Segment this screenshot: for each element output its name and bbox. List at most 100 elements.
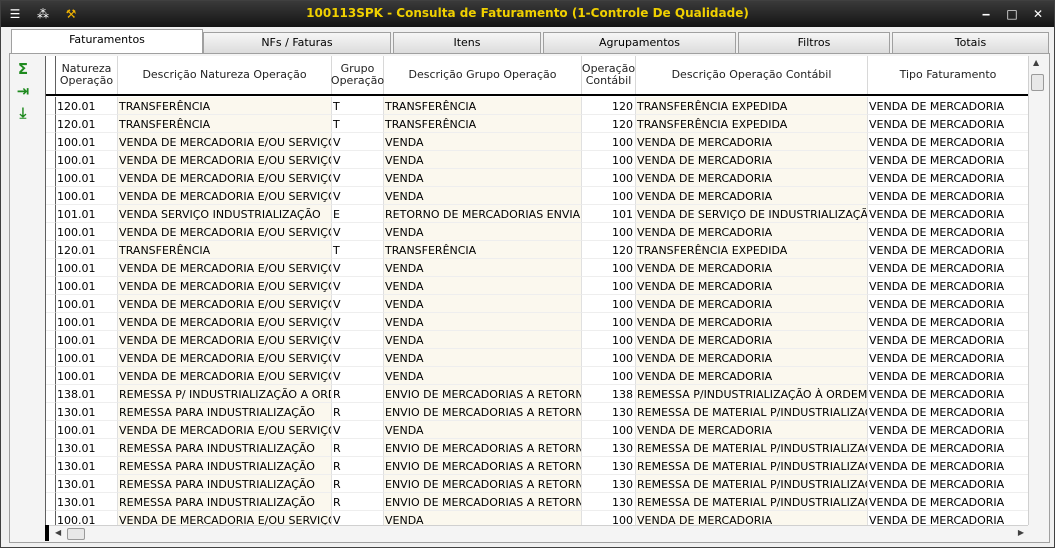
scroll-up-icon[interactable]: ▲: [1033, 58, 1039, 67]
table-cell: VENDA: [384, 367, 582, 385]
row-indicator[interactable]: [46, 223, 56, 241]
table-row[interactable]: 100.01 VENDA DE MERCADORIA E/OU SERVIÇOS V…: [46, 511, 1028, 525]
table-cell: VENDA: [384, 133, 582, 151]
row-indicator[interactable]: [46, 403, 56, 421]
table-cell: VENDA: [384, 295, 582, 313]
table-cell: 100: [582, 313, 636, 331]
table-cell: V: [332, 331, 384, 349]
table-row[interactable]: 100.01 VENDA DE MERCADORIA E/OU SERVIÇOS V…: [46, 349, 1028, 367]
table-cell: VENDA DE MERCADORIA: [636, 187, 868, 205]
header-desc-grupo[interactable]: Descrição Grupo Operação: [384, 56, 582, 94]
header-desc-natureza[interactable]: Descrição Natureza Operação: [118, 56, 332, 94]
table-row[interactable]: 100.01 VENDA DE MERCADORIA E/OU SERVIÇOS V…: [46, 421, 1028, 439]
table-row[interactable]: 100.01 VENDA DE MERCADORIA E/OU SERVIÇOS V…: [46, 187, 1028, 205]
row-indicator[interactable]: [46, 133, 56, 151]
table-cell: VENDA DE MERCADORIA: [868, 259, 1028, 277]
table-cell: VENDA DE MERCADORIA E/OU SERVIÇOS: [118, 259, 332, 277]
scroll-right-icon[interactable]: ▶: [1018, 528, 1024, 537]
row-indicator[interactable]: [46, 475, 56, 493]
row-indicator-header: [46, 56, 56, 94]
row-indicator[interactable]: [46, 439, 56, 457]
tab-nfs-faturas[interactable]: NFs / Faturas: [203, 32, 391, 53]
row-indicator[interactable]: [46, 385, 56, 403]
header-op-contabil[interactable]: Operação Contábil: [582, 56, 636, 94]
table-cell: VENDA DE MERCADORIA E/OU SERVIÇOS: [118, 187, 332, 205]
download-icon[interactable]: ⤓: [13, 103, 33, 123]
row-indicator[interactable]: [46, 277, 56, 295]
table-cell: 100: [582, 511, 636, 525]
horizontal-scrollbar[interactable]: ◀ ▶: [45, 525, 1028, 541]
table-cell: R: [332, 457, 384, 475]
table-row[interactable]: 100.01 VENDA DE MERCADORIA E/OU SERVIÇOS V…: [46, 313, 1028, 331]
table-cell: R: [332, 385, 384, 403]
tab-filtros[interactable]: Filtros: [738, 32, 890, 53]
table-row[interactable]: 138.01 REMESSA P/ INDUSTRIALIZAÇÃO A ORDE…: [46, 385, 1028, 403]
table-row[interactable]: 100.01 VENDA DE MERCADORIA E/OU SERVIÇOS V…: [46, 295, 1028, 313]
horizontal-scroll-thumb[interactable]: [67, 528, 85, 540]
row-indicator[interactable]: [46, 259, 56, 277]
header-tipo[interactable]: Tipo Faturamento: [868, 56, 1028, 94]
tab-totais[interactable]: Totais: [892, 32, 1049, 53]
table-row[interactable]: 120.01 TRANSFERÊNCIA T TRANSFERÊNCIA 120 TRAN…: [46, 97, 1028, 115]
maximize-icon[interactable]: □: [1002, 5, 1022, 23]
scroll-left-icon[interactable]: ◀: [55, 528, 61, 537]
row-indicator[interactable]: [46, 295, 56, 313]
table-row[interactable]: 100.01 VENDA DE MERCADORIA E/OU SERVIÇOS V…: [46, 169, 1028, 187]
tab-itens[interactable]: Itens: [393, 32, 541, 53]
table-row[interactable]: 100.01 VENDA DE MERCADORIA E/OU SERVIÇOS V…: [46, 367, 1028, 385]
row-indicator[interactable]: [46, 367, 56, 385]
row-indicator[interactable]: [46, 331, 56, 349]
tab-faturamentos[interactable]: Faturamentos: [11, 29, 203, 53]
table-row[interactable]: 100.01 VENDA DE MERCADORIA E/OU SERVIÇOS V…: [46, 277, 1028, 295]
table-cell: VENDA DE MERCADORIA: [868, 295, 1028, 313]
table-row[interactable]: 100.01 VENDA DE MERCADORIA E/OU SERVIÇOS V…: [46, 259, 1028, 277]
row-indicator[interactable]: [46, 151, 56, 169]
table-row[interactable]: 130.01 REMESSA PARA INDUSTRIALIZAÇÃO R ENVI…: [46, 475, 1028, 493]
table-row[interactable]: 130.01 REMESSA PARA INDUSTRIALIZAÇÃO R ENVI…: [46, 493, 1028, 511]
header-grupo[interactable]: Grupo Operação: [331, 56, 384, 94]
row-indicator[interactable]: [46, 349, 56, 367]
table-row[interactable]: 100.01 VENDA DE MERCADORIA E/OU SERVIÇOS V…: [46, 331, 1028, 349]
row-indicator[interactable]: [46, 169, 56, 187]
row-indicator[interactable]: [46, 97, 56, 115]
table-cell: 100: [582, 349, 636, 367]
table-cell: VENDA DE MERCADORIA E/OU SERVIÇOS: [118, 349, 332, 367]
table-row[interactable]: 100.01 VENDA DE MERCADORIA E/OU SERVIÇOS V…: [46, 223, 1028, 241]
table-cell: VENDA DE MERCADORIA: [636, 367, 868, 385]
sum-icon[interactable]: Σ: [13, 59, 33, 79]
table-row[interactable]: 130.01 REMESSA PARA INDUSTRIALIZAÇÃO R ENVI…: [46, 439, 1028, 457]
table-cell: V: [332, 277, 384, 295]
row-indicator[interactable]: [46, 493, 56, 511]
table-cell: T: [332, 97, 384, 115]
row-indicator[interactable]: [46, 421, 56, 439]
row-indicator[interactable]: [46, 511, 56, 525]
minimize-icon[interactable]: ‒: [976, 5, 996, 23]
row-indicator[interactable]: [46, 457, 56, 475]
table-row[interactable]: 130.01 REMESSA PARA INDUSTRIALIZAÇÃO R ENVI…: [46, 457, 1028, 475]
vertical-scroll-thumb[interactable]: [1031, 74, 1044, 91]
table-cell: VENDA DE MERCADORIA E/OU SERVIÇOS: [118, 421, 332, 439]
row-indicator[interactable]: [46, 187, 56, 205]
table-cell: VENDA DE MERCADORIA: [636, 331, 868, 349]
tab-agrupamentos[interactable]: Agrupamentos: [543, 32, 736, 53]
grid-left-marker: [45, 525, 49, 541]
row-indicator[interactable]: [46, 241, 56, 259]
table-cell: VENDA: [384, 223, 582, 241]
table-cell: VENDA DE MERCADORIA: [868, 277, 1028, 295]
table-row[interactable]: 120.01 TRANSFERÊNCIA T TRANSFERÊNCIA 120 TRAN…: [46, 115, 1028, 133]
table-row[interactable]: 101.01 VENDA SERVIÇO INDUSTRIALIZAÇÃO E RET…: [46, 205, 1028, 223]
close-icon[interactable]: ✕: [1028, 5, 1048, 23]
export-icon[interactable]: ⇥: [13, 81, 33, 101]
header-natureza[interactable]: Natureza Operação: [56, 56, 118, 94]
table-row[interactable]: 100.01 VENDA DE MERCADORIA E/OU SERVIÇOS V…: [46, 151, 1028, 169]
row-indicator[interactable]: [46, 313, 56, 331]
table-cell: VENDA DE MERCADORIA E/OU SERVIÇOS: [118, 277, 332, 295]
row-indicator[interactable]: [46, 115, 56, 133]
header-desc-contabil[interactable]: Descrição Operação Contábil: [636, 56, 868, 94]
row-indicator[interactable]: [46, 205, 56, 223]
vertical-scrollbar[interactable]: ▲: [1028, 56, 1045, 525]
table-row[interactable]: 130.01 REMESSA PARA INDUSTRIALIZAÇÃO R ENVI…: [46, 403, 1028, 421]
table-row[interactable]: 100.01 VENDA DE MERCADORIA E/OU SERVIÇOS V…: [46, 133, 1028, 151]
table-cell: REMESSA PARA INDUSTRIALIZAÇÃO: [118, 439, 332, 457]
table-row[interactable]: 120.01 TRANSFERÊNCIA T TRANSFERÊNCIA 120 TRAN…: [46, 241, 1028, 259]
